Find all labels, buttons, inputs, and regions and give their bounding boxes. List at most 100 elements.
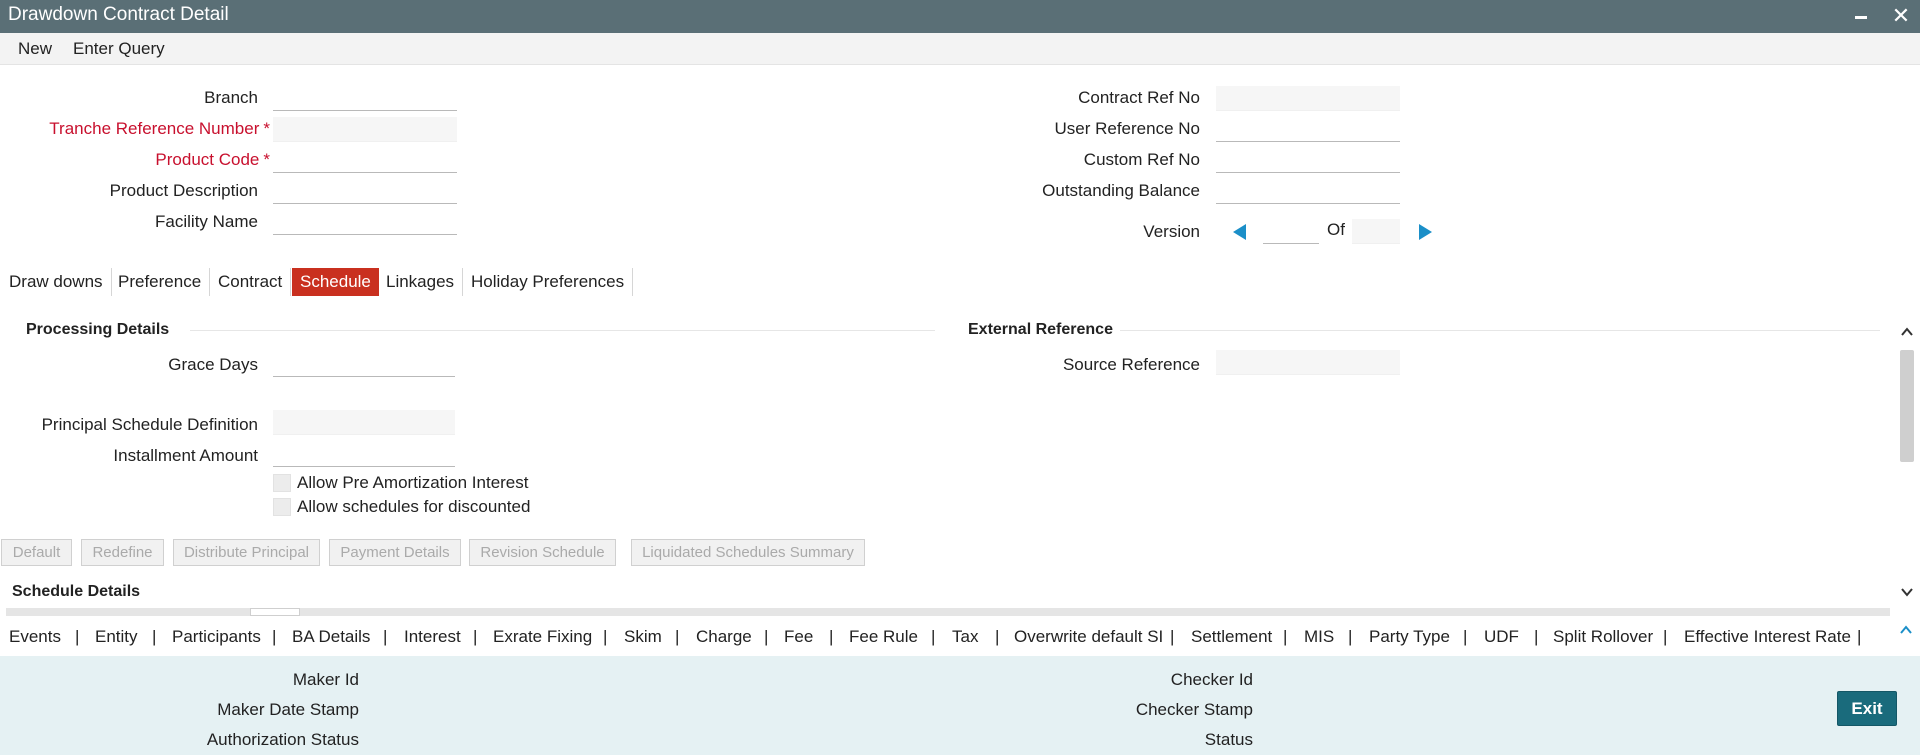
- link-separator: |: [1534, 627, 1539, 646]
- link-charge[interactable]: Charge: [696, 627, 752, 647]
- processing-details-title: Processing Details: [26, 321, 170, 338]
- authorization-status-label: Authorization Status: [206, 730, 359, 749]
- link-settlement[interactable]: Settlement: [1191, 627, 1272, 647]
- link-skim[interactable]: Skim: [624, 627, 662, 647]
- chevron-up-icon[interactable]: [1898, 622, 1914, 638]
- allow-schedules-discounted-checkbox[interactable]: [273, 498, 291, 516]
- redefine-button[interactable]: Redefine: [81, 539, 164, 566]
- user-reference-label: User Reference No: [1054, 119, 1200, 138]
- maker-id-label: Maker Id: [292, 670, 359, 689]
- user-reference-input[interactable]: [1216, 117, 1400, 142]
- outstanding-balance-input[interactable]: [1216, 179, 1400, 204]
- branch-label: Branch: [204, 88, 258, 107]
- custom-ref-input[interactable]: [1216, 148, 1400, 173]
- tab-draw-downs[interactable]: Draw downs: [1, 268, 112, 296]
- allow-pre-amortization-checkbox[interactable]: [273, 474, 291, 492]
- link-entity[interactable]: Entity: [95, 627, 138, 647]
- link-separator: |: [931, 627, 936, 646]
- link-ba-details[interactable]: BA Details: [292, 627, 370, 647]
- link-separator: |: [1663, 627, 1668, 646]
- product-code-input[interactable]: [273, 148, 457, 173]
- toolbar: New Enter Query: [0, 33, 1920, 65]
- link-interest[interactable]: Interest: [404, 627, 461, 647]
- tab-schedule[interactable]: Schedule: [292, 268, 379, 296]
- source-reference-input[interactable]: [1216, 350, 1400, 375]
- window-title: Drawdown Contract Detail: [8, 4, 229, 25]
- chevron-up-icon[interactable]: [1899, 324, 1915, 340]
- distribute-principal-button[interactable]: Distribute Principal: [173, 539, 320, 566]
- link-split-rollover[interactable]: Split Rollover: [1553, 627, 1653, 647]
- default-button[interactable]: Default: [1, 539, 72, 566]
- custom-ref-label: Custom Ref No: [1083, 150, 1200, 169]
- link-exrate-fixing[interactable]: Exrate Fixing: [493, 627, 592, 647]
- link-overwrite-default-si[interactable]: Overwrite default SI: [1014, 627, 1163, 647]
- facility-name-input[interactable]: [273, 210, 457, 235]
- link-fee-rule[interactable]: Fee Rule: [849, 627, 918, 647]
- principal-schedule-input[interactable]: [273, 410, 455, 435]
- installment-amount-label: Installment Amount: [113, 446, 258, 465]
- of-label: Of: [1327, 220, 1345, 239]
- version-total-input[interactable]: [1352, 219, 1400, 244]
- product-code-label-text: Product Code: [155, 150, 260, 169]
- tab-preference[interactable]: Preference: [110, 268, 211, 296]
- required-mark: *: [263, 119, 270, 138]
- allow-schedules-discounted-label: Allow schedules for discounted: [297, 497, 531, 516]
- link-separator: |: [1463, 627, 1468, 646]
- principal-schedule-label: Principal Schedule Definition: [41, 415, 258, 434]
- triangle-right-icon[interactable]: [1419, 224, 1432, 240]
- tranche-reference-label-text: Tranche Reference Number: [49, 119, 260, 138]
- link-udf[interactable]: UDF: [1484, 627, 1519, 647]
- tranche-reference-label: Tranche Reference Number *: [49, 119, 270, 139]
- audit-footer: Maker Id Maker Date Stamp Authorization …: [0, 656, 1920, 755]
- link-separator: |: [152, 627, 157, 646]
- tab-contract[interactable]: Contract: [210, 268, 292, 296]
- enter-query-button[interactable]: Enter Query: [73, 39, 165, 59]
- grace-days-input[interactable]: [273, 352, 455, 377]
- payment-details-button[interactable]: Payment Details: [329, 539, 461, 566]
- facility-name-label: Facility Name: [155, 212, 258, 231]
- link-party-type[interactable]: Party Type: [1369, 627, 1450, 647]
- branch-input[interactable]: [273, 86, 457, 111]
- link-separator: |: [829, 627, 834, 646]
- version-label: Version: [1143, 222, 1200, 241]
- source-reference-label: Source Reference: [1062, 355, 1200, 374]
- product-description-input[interactable]: [273, 179, 457, 204]
- sub-screen-link-bar: Events | Entity | Participants | BA Deta…: [0, 622, 1920, 654]
- horizontal-scroll-grip[interactable]: [250, 608, 300, 616]
- schedule-details-title: Schedule Details: [12, 583, 141, 600]
- chevron-down-icon[interactable]: [1899, 584, 1915, 600]
- triangle-left-icon[interactable]: [1233, 224, 1246, 240]
- installment-amount-input[interactable]: [273, 442, 455, 467]
- checker-id-label: Checker Id: [1170, 670, 1253, 689]
- revision-schedule-button[interactable]: Revision Schedule: [469, 539, 616, 566]
- link-events[interactable]: Events: [9, 627, 61, 647]
- contract-ref-input[interactable]: [1216, 86, 1400, 111]
- status-label: Status: [1204, 730, 1253, 749]
- schedule-details-toolbar: [6, 608, 1890, 616]
- window-titlebar: Drawdown Contract Detail ✕: [0, 0, 1920, 33]
- tranche-reference-input[interactable]: [273, 117, 457, 142]
- exit-button[interactable]: Exit: [1837, 691, 1897, 726]
- minimize-icon[interactable]: [1848, 2, 1874, 30]
- section-divider: [190, 330, 935, 331]
- checker-stamp-label: Checker Stamp: [1135, 700, 1253, 719]
- link-tax[interactable]: Tax: [952, 627, 978, 647]
- link-separator: |: [383, 627, 388, 646]
- link-separator: |: [1170, 627, 1175, 646]
- version-input[interactable]: [1263, 219, 1319, 244]
- liquidated-schedules-summary-button[interactable]: Liquidated Schedules Summary: [631, 539, 865, 566]
- vertical-scrollbar[interactable]: [1896, 322, 1918, 604]
- link-participants[interactable]: Participants: [172, 627, 261, 647]
- link-separator: |: [603, 627, 608, 646]
- scrollbar-thumb[interactable]: [1900, 350, 1914, 462]
- link-effective-interest-rate[interactable]: Effective Interest Rate: [1684, 627, 1851, 647]
- link-separator: |: [675, 627, 680, 646]
- tab-linkages[interactable]: Linkages: [378, 268, 464, 296]
- tab-holiday-preferences[interactable]: Holiday Preferences: [463, 268, 634, 296]
- required-mark: *: [263, 150, 270, 169]
- link-mis[interactable]: MIS: [1304, 627, 1334, 647]
- close-icon[interactable]: ✕: [1888, 2, 1914, 30]
- external-reference-title: External Reference: [968, 321, 1113, 338]
- new-button[interactable]: New: [18, 39, 52, 59]
- link-fee[interactable]: Fee: [784, 627, 813, 647]
